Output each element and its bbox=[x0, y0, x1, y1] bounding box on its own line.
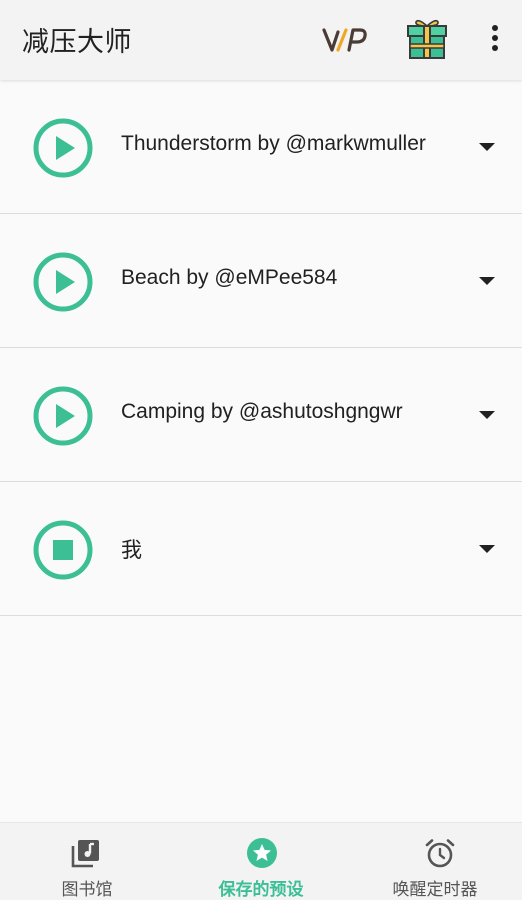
dropdown-arrow-icon bbox=[479, 277, 495, 285]
expand-button[interactable] bbox=[476, 406, 498, 424]
vip-icon bbox=[322, 28, 367, 52]
stop-button[interactable] bbox=[32, 519, 94, 581]
preset-name: Thunderstorm by @markwmuller bbox=[121, 132, 426, 155]
expand-button[interactable] bbox=[476, 272, 498, 290]
more-options-button[interactable] bbox=[480, 22, 510, 56]
preset-list: Thunderstorm by @markwmuller Beach by @e… bbox=[0, 80, 522, 616]
preset-name: Camping by @ashutoshgngwr bbox=[121, 400, 403, 423]
nav-label: 图书馆 bbox=[61, 880, 113, 900]
star-circle-icon bbox=[247, 838, 277, 868]
preset-row[interactable]: 我 bbox=[0, 482, 522, 616]
preset-row[interactable]: Camping by @ashutoshgngwr bbox=[0, 348, 522, 482]
gift-button[interactable] bbox=[404, 16, 450, 62]
preset-name: Beach by @eMPee584 bbox=[121, 266, 338, 289]
play-button[interactable] bbox=[32, 117, 94, 179]
expand-button[interactable] bbox=[476, 540, 498, 558]
nav-label: 唤醒定时器 bbox=[392, 880, 478, 900]
nav-label: 保存的预设 bbox=[218, 880, 304, 900]
more-vert-icon bbox=[492, 25, 498, 51]
app-root: 减压大师 Thunderstorm by @markwmuller Beach … bbox=[0, 0, 522, 900]
nav-item-wake-timer[interactable]: 唤醒定时器 bbox=[348, 823, 522, 900]
top-app-bar: 减压大师 bbox=[0, 0, 522, 80]
alarm-clock-icon bbox=[425, 839, 455, 868]
app-title: 减压大师 bbox=[22, 27, 132, 58]
play-button[interactable] bbox=[32, 251, 94, 313]
play-icon bbox=[33, 386, 93, 446]
nav-item-library[interactable]: 图书馆 bbox=[0, 823, 174, 900]
play-icon bbox=[33, 118, 93, 178]
dropdown-arrow-icon bbox=[479, 545, 495, 553]
preset-row[interactable]: Thunderstorm by @markwmuller bbox=[0, 80, 522, 214]
stop-icon bbox=[33, 520, 93, 580]
expand-button[interactable] bbox=[476, 138, 498, 156]
dropdown-arrow-icon bbox=[479, 143, 495, 151]
library-music-icon bbox=[71, 840, 99, 868]
play-button[interactable] bbox=[32, 385, 94, 447]
vip-button[interactable] bbox=[320, 22, 370, 56]
dropdown-arrow-icon bbox=[479, 411, 495, 419]
bottom-navigation: 图书馆 保存的预设 唤醒定时器 bbox=[0, 822, 522, 900]
preset-row[interactable]: Beach by @eMPee584 bbox=[0, 214, 522, 348]
preset-name: 我 bbox=[121, 539, 142, 562]
gift-icon bbox=[407, 19, 447, 59]
nav-item-saved-presets[interactable]: 保存的预设 bbox=[174, 823, 348, 900]
play-icon bbox=[33, 252, 93, 312]
